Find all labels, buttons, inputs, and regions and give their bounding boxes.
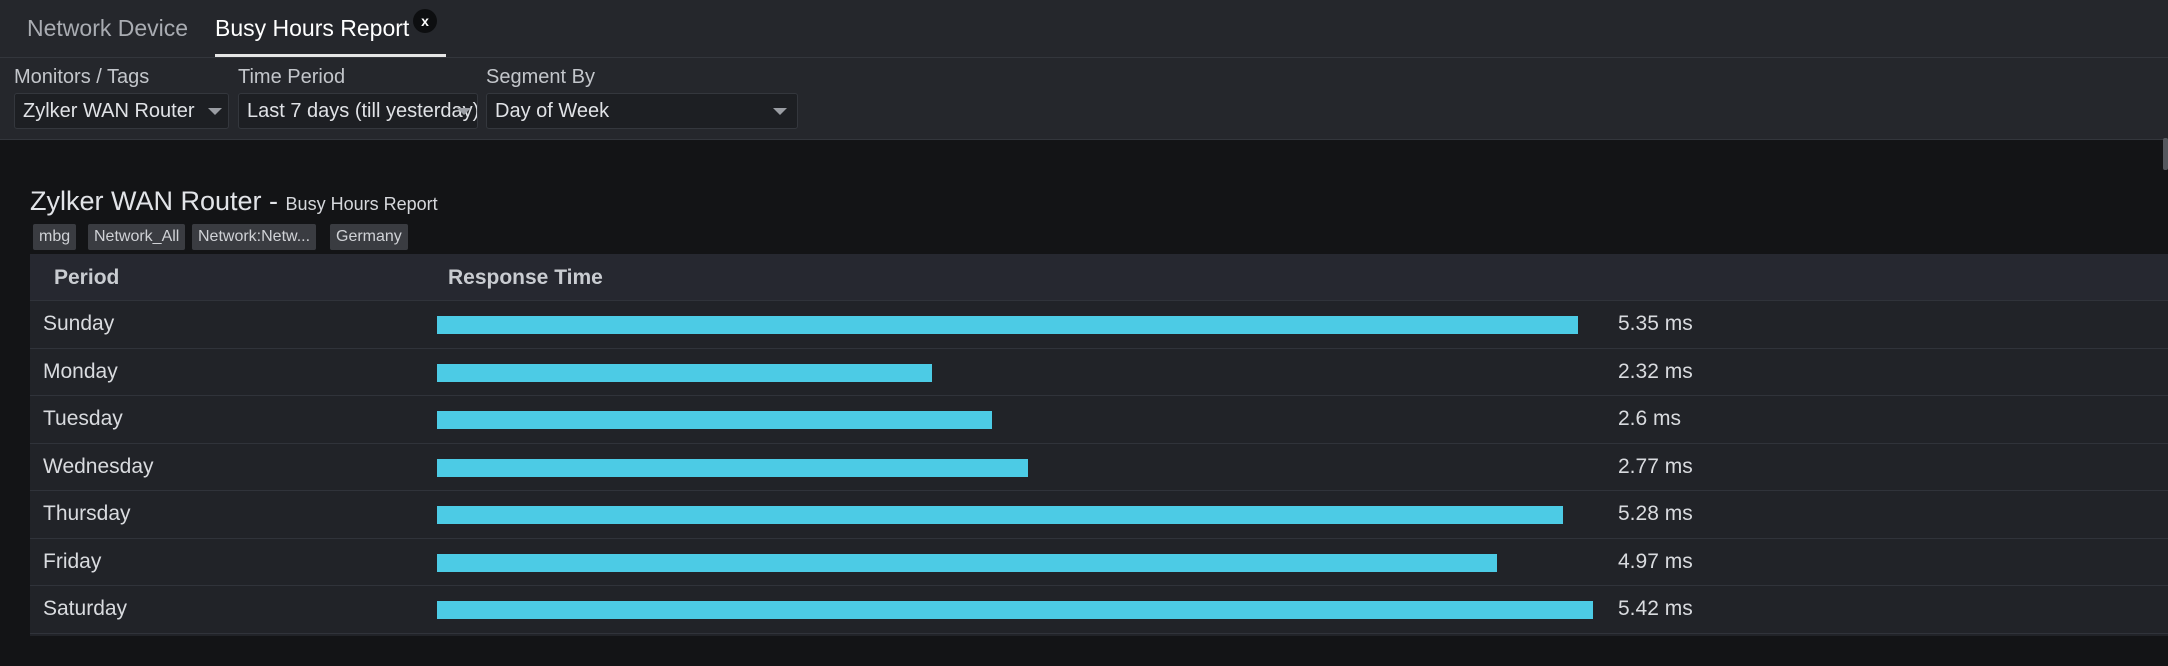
tab-busy-hours-report[interactable]: Busy Hours Report (215, 0, 446, 58)
response-time-value: 4.97 ms (1618, 549, 1693, 573)
chevron-down-icon (773, 108, 787, 115)
close-tab-icon[interactable]: x (413, 9, 437, 33)
time-period-select[interactable]: Last 7 days (till yesterday) (238, 93, 478, 129)
table-header: Period Response Time (30, 254, 2168, 301)
monitors-tags-value: Zylker WAN Router (23, 100, 195, 122)
table-row: Saturday 5.42 ms (30, 586, 2168, 634)
column-header-response-time: Response Time (448, 266, 603, 289)
response-time-value: 5.28 ms (1618, 502, 1693, 525)
tab-busy-hours-report-label: Busy Hours Report (215, 15, 410, 41)
chevron-down-icon (208, 108, 222, 115)
busy-hours-table: Period Response Time Sunday 5.35 ms Mond… (30, 254, 2168, 636)
response-time-bar (437, 506, 1563, 524)
active-tab-indicator (215, 54, 446, 57)
table-row: Thursday 5.28 ms (30, 491, 2168, 539)
response-time-bar (437, 316, 1578, 334)
column-header-period: Period (54, 266, 120, 289)
segment-by-label: Segment By (486, 66, 595, 88)
response-time-bar (437, 553, 1497, 572)
table-row: Friday 4.97 ms (30, 539, 2168, 586)
tag-badge: Germany (330, 224, 408, 250)
chevron-down-icon (457, 108, 471, 115)
response-time-bar (437, 458, 1028, 477)
response-time-value: 2.77 ms (1618, 454, 1693, 478)
busy-hours-report-app: Network Device Busy Hours Report x Monit… (0, 0, 2168, 666)
segment-by-value: Day of Week (495, 100, 610, 122)
monitors-tags-label: Monitors / Tags (14, 66, 150, 88)
tab-bar: Network Device Busy Hours Report x (0, 0, 2168, 58)
scrollbar-handle[interactable] (2163, 138, 2168, 170)
tag-badge: Network:Netw... (192, 224, 317, 250)
response-time-value: 5.42 ms (1618, 597, 1693, 620)
report-subtitle: Busy Hours Report (285, 194, 438, 214)
filter-bar: Monitors / Tags Zylker WAN Router Time P… (0, 58, 2168, 170)
period-cell: Friday (43, 549, 102, 573)
period-cell: Tuesday (43, 407, 123, 430)
segment-by-select[interactable]: Day of Week (486, 93, 798, 129)
period-cell: Wednesday (43, 454, 154, 478)
response-time-value: 2.6 ms (1618, 407, 1682, 430)
table-row: Tuesday 2.6 ms (30, 396, 2168, 444)
report-title: Zylker WAN Router - Busy Hours Report (30, 186, 438, 217)
time-period-value: Last 7 days (till yesterday) (247, 100, 478, 122)
period-cell: Saturday (43, 597, 128, 620)
period-cell: Thursday (43, 502, 131, 525)
table-row: Monday 2.32 ms (30, 349, 2168, 396)
tag-badge: mbg (33, 224, 77, 250)
tab-network-device[interactable]: Network Device (27, 0, 188, 58)
period-cell: Monday (43, 359, 118, 383)
response-time-bar (437, 601, 1593, 619)
table-row: Sunday 5.35 ms (30, 301, 2168, 349)
time-period-label: Time Period (238, 66, 346, 88)
response-time-bar (437, 363, 932, 382)
response-time-bar (437, 411, 992, 429)
tag-badge: Network_All (88, 224, 186, 250)
report-monitor-name: Zylker WAN Router - (30, 186, 279, 216)
monitors-tags-select[interactable]: Zylker WAN Router (14, 93, 229, 129)
response-time-value: 2.32 ms (1618, 359, 1693, 383)
table-row: Wednesday 2.77 ms (30, 444, 2168, 491)
period-cell: Sunday (43, 312, 115, 335)
response-time-value: 5.35 ms (1618, 312, 1693, 335)
